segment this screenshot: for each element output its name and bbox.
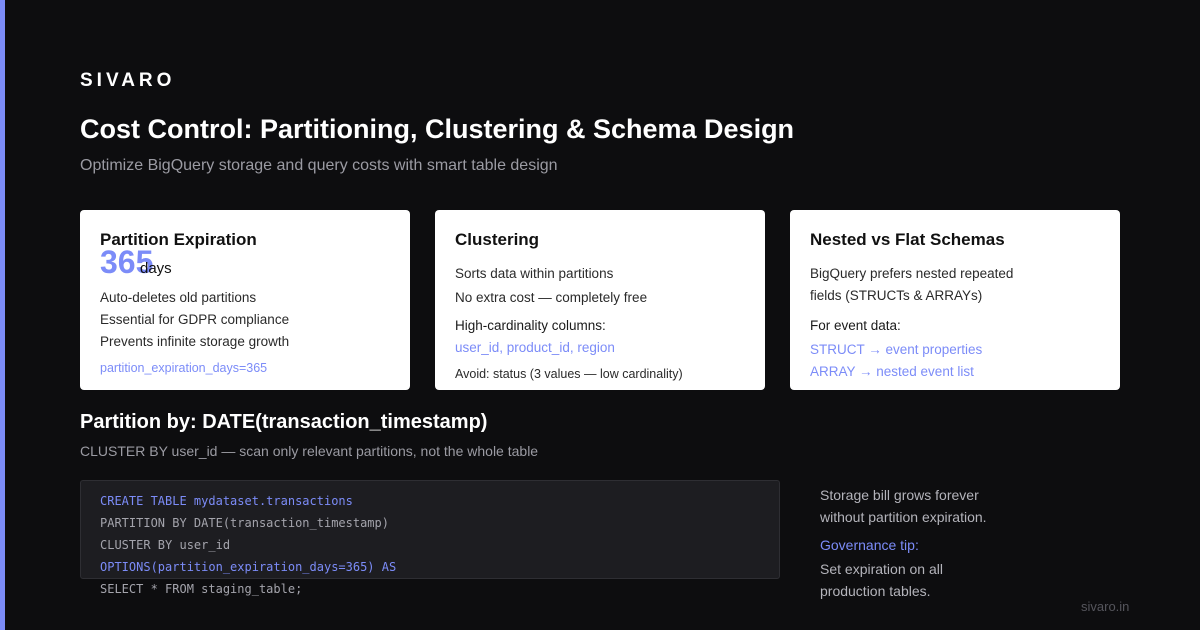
card-line: Sorts data within partitions xyxy=(455,266,614,281)
card-line: Prevents infinite storage growth xyxy=(100,334,290,349)
page-title: Cost Control: Partitioning, Clustering &… xyxy=(80,114,795,144)
card-item: ARRAY → nested event list xyxy=(810,364,974,379)
card-title: Nested vs Flat Schemas xyxy=(810,230,1005,249)
page-subtitle: Optimize BigQuery storage and query cost… xyxy=(80,157,558,174)
card-line: Auto-deletes old partitions xyxy=(100,290,257,305)
code-line: PARTITION BY DATE(transaction_timestamp) xyxy=(100,516,389,530)
slide: SIVARO Cost Control: Partitioning, Clust… xyxy=(0,0,1200,630)
card-columns: user_id, product_id, region xyxy=(455,340,615,355)
card-label: For event data: xyxy=(810,318,901,333)
card-avoid-note: Avoid: status (3 values — low cardinalit… xyxy=(455,367,683,381)
governance-tip-label: Governance tip: xyxy=(820,537,919,553)
code-line: CREATE TABLE mydataset.transactions xyxy=(100,494,353,508)
side-note-line: Set expiration on all xyxy=(820,561,943,577)
side-note-line: production tables. xyxy=(820,583,931,599)
card-line: No extra cost — completely free xyxy=(455,290,648,305)
card-item: STRUCT → event properties xyxy=(810,342,983,357)
code-line: OPTIONS(partition_expiration_days=365) A… xyxy=(100,560,397,574)
accent-bar xyxy=(0,0,5,630)
card-line: BigQuery prefers nested repeated xyxy=(810,266,1014,281)
side-note-line: without partition expiration. xyxy=(820,509,987,525)
section-subtitle: CLUSTER BY user_id — scan only relevant … xyxy=(80,443,539,459)
footer-url: sivaro.in xyxy=(1081,599,1130,614)
code-line: CLUSTER BY user_id xyxy=(100,538,231,552)
card-partition-expiration: Partition Expiration 365 days Auto-delet… xyxy=(80,210,410,390)
card-label: High-cardinality columns: xyxy=(455,318,606,333)
card-clustering: Clustering Sorts data within partitions … xyxy=(435,210,765,390)
card-nested-schemas: Nested vs Flat Schemas BigQuery prefers … xyxy=(790,210,1120,390)
card-line: fields (STRUCTs & ARRAYs) xyxy=(810,288,983,303)
card-line: Essential for GDPR compliance xyxy=(100,312,290,327)
section-title: Partition by: DATE(transaction_timestamp… xyxy=(80,411,488,433)
card-config-snippet: partition_expiration_days=365 xyxy=(100,361,268,375)
big-number-unit: days xyxy=(140,260,172,277)
side-note-line: Storage bill grows forever xyxy=(820,487,979,503)
code-line: SELECT * FROM staging_table; xyxy=(100,582,303,596)
card-title: Clustering xyxy=(455,230,540,249)
brand-logo: SIVARO xyxy=(80,70,176,91)
